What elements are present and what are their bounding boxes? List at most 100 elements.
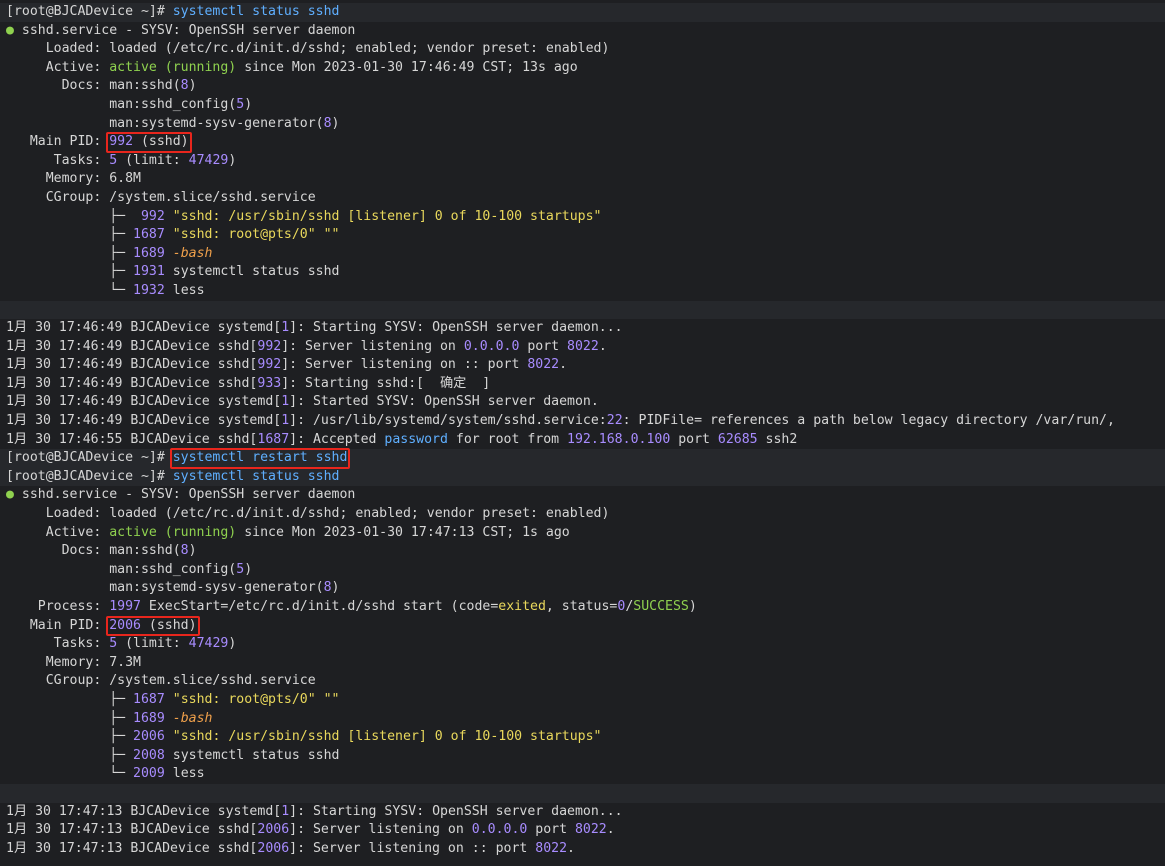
terminal-line: man:systemd-sysv-generator(8) <box>0 579 1165 598</box>
line-segment: 8 <box>323 115 332 131</box>
line-segment: "sshd: /usr/sbin/sshd [listener] 0 of 10… <box>164 729 602 745</box>
line-segment: since Mon 2023-01-30 17:46:49 CST; 13s a… <box>236 59 578 75</box>
line-segment: 1687 <box>257 431 290 447</box>
line-segment: man:sshd_config( <box>6 96 237 112</box>
line-segment: ├─ <box>6 227 134 243</box>
terminal-line: ├─ 2008 systemctl status sshd <box>0 747 1165 766</box>
line-segment: 1月 30 17:46:49 BJCADevice systemd[ <box>6 394 282 410</box>
line-segment: port <box>519 338 568 354</box>
line-segment: Docs: man:sshd( <box>6 78 181 94</box>
line-segment: 8022 <box>527 357 560 373</box>
line-segment: Loaded: loaded (/etc/rc.d/init.d/sshd; e… <box>6 41 610 57</box>
terminal-line: 1月 30 17:46:55 BJCADevice sshd[1687]: Ac… <box>0 431 1165 450</box>
line-segment: Tasks: <box>6 636 110 652</box>
line-segment: 5 <box>236 96 245 112</box>
line-segment: ]: Server listening on :: port <box>281 357 528 373</box>
line-segment: 1 <box>281 320 290 336</box>
terminal-line: 1月 30 17:46:49 BJCADevice systemd[1]: /u… <box>0 412 1165 431</box>
terminal-line: └─ 1932 less <box>0 282 1165 301</box>
line-segment: 1687 <box>133 227 165 243</box>
line-segment: ) <box>188 78 197 94</box>
terminal-line: CGroup: /system.slice/sshd.service <box>0 189 1165 208</box>
line-segment: 192.168.0.100 <box>567 431 671 447</box>
line-segment: 1687 <box>133 691 165 707</box>
terminal-window[interactable]: [root@BJCADevice ~]# systemctl status ss… <box>0 0 1165 866</box>
line-segment: 62685 <box>717 431 758 447</box>
line-segment: man:sshd_config( <box>6 561 237 577</box>
line-segment: 933 <box>257 375 282 391</box>
line-segment: ) <box>228 636 237 652</box>
terminal-line: ● sshd.service - SYSV: OpenSSH server da… <box>0 486 1165 505</box>
terminal-line <box>0 783 1165 803</box>
terminal-line: Docs: man:sshd(8) <box>0 542 1165 561</box>
terminal-line: Memory: 7.3M <box>0 654 1165 673</box>
line-segment: Active: <box>6 59 110 75</box>
line-segment: 22 <box>606 413 623 429</box>
line-segment: active (running) <box>109 524 237 540</box>
line-segment: └─ <box>6 766 134 782</box>
line-segment: 1997 <box>109 599 141 614</box>
line-segment: sshd.service - SYSV: OpenSSH server daem… <box>21 22 356 38</box>
line-segment: : PIDFile= references a path below legac… <box>622 413 1115 429</box>
terminal-line: Loaded: loaded (/etc/rc.d/init.d/sshd; e… <box>0 40 1165 59</box>
line-segment: less <box>164 766 205 782</box>
line-segment: 1月 30 17:47:13 BJCADevice systemd[ <box>6 803 282 819</box>
line-segment: password <box>384 431 448 447</box>
line-segment: . <box>606 822 615 838</box>
line-segment: [root@BJCADevice ~]# <box>6 450 173 466</box>
line-segment: ├─ <box>6 691 134 707</box>
terminal-line: 1月 30 17:47:13 BJCADevice sshd[2006]: Se… <box>0 821 1165 840</box>
line-segment: ]: Server listening on <box>281 338 464 354</box>
line-segment: -bash <box>164 710 213 726</box>
line-segment: systemctl restart sshd <box>172 450 348 466</box>
line-segment: ) <box>228 152 237 168</box>
line-segment: ExecStart=/etc/rc.d/init.d/sshd start (c… <box>140 599 499 614</box>
line-segment: for root from <box>447 431 568 447</box>
line-segment: Process: <box>6 599 110 614</box>
line-segment: ● <box>6 22 22 38</box>
terminal-line: ├─ 1689 -bash <box>0 710 1165 729</box>
line-segment: man:systemd-sysv-generator( <box>6 580 324 596</box>
terminal-line: 1月 30 17:47:13 BJCADevice systemd[1]: St… <box>0 803 1165 822</box>
terminal-line: Main PID: 2006 (sshd) <box>0 617 1165 636</box>
terminal-line: 1月 30 17:46:49 BJCADevice sshd[933]: Sta… <box>0 375 1165 394</box>
terminal-line: [root@BJCADevice ~]# systemctl status ss… <box>0 467 1165 487</box>
line-segment: 1932 <box>133 282 165 298</box>
terminal-line: man:sshd_config(5) <box>0 96 1165 115</box>
line-segment: ]: /usr/lib/systemd/system/sshd.service: <box>289 413 607 429</box>
line-segment: 8022 <box>535 840 568 856</box>
line-segment: . <box>598 338 607 354</box>
line-segment: systemctl status sshd <box>172 4 340 19</box>
line-segment: (sshd) <box>140 617 197 633</box>
line-segment: Active: <box>6 524 110 540</box>
line-segment: Docs: man:sshd( <box>6 543 181 559</box>
line-segment: 5 <box>236 561 245 577</box>
terminal-line: [root@BJCADevice ~]# systemctl status ss… <box>0 3 1165 22</box>
line-segment: ]: Accepted <box>289 431 385 447</box>
line-segment: ├─ <box>6 264 134 280</box>
line-segment: ├─ <box>6 208 141 224</box>
line-segment: 2006 <box>109 617 141 633</box>
line-segment: 2006 <box>257 822 290 838</box>
terminal-line: Main PID: 992 (sshd) <box>0 133 1165 152</box>
line-segment: . <box>567 840 575 856</box>
terminal-line: ├─ 1931 systemctl status sshd <box>0 263 1165 282</box>
terminal-line: Active: active (running) since Mon 2023-… <box>0 524 1165 543</box>
line-segment: ) <box>188 543 197 559</box>
terminal-line: └─ 2009 less <box>0 765 1165 784</box>
terminal-line: Tasks: 5 (limit: 47429) <box>0 152 1165 171</box>
line-segment: ]: Server listening on <box>289 822 472 838</box>
line-segment: 8 <box>323 580 332 596</box>
line-segment: 992 <box>109 134 134 150</box>
terminal-line: Loaded: loaded (/etc/rc.d/init.d/sshd; e… <box>0 505 1165 524</box>
terminal-output: [root@BJCADevice ~]# systemctl status ss… <box>0 3 1165 858</box>
line-segment: 5 <box>109 636 118 652</box>
line-segment: 1 <box>281 803 290 819</box>
line-segment: ]: Server listening on :: port <box>289 840 536 856</box>
line-segment: 5 <box>109 152 118 168</box>
line-segment: (limit: <box>117 636 189 652</box>
line-segment: 992 <box>257 338 282 354</box>
terminal-line: ├─ 1687 "sshd: root@pts/0" "" <box>0 226 1165 245</box>
line-segment: 0.0.0.0 <box>463 338 520 354</box>
terminal-line: ├─ 1689 -bash <box>0 245 1165 264</box>
